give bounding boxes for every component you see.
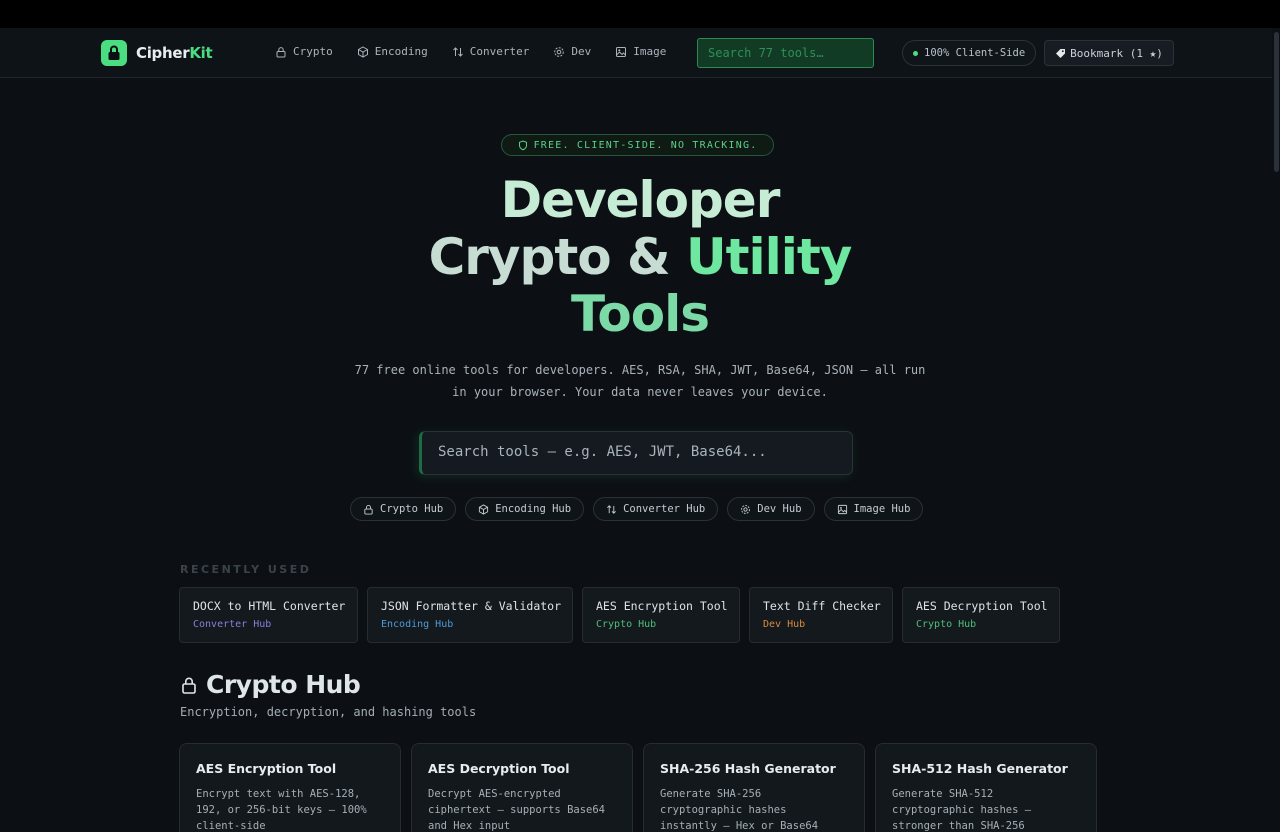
scrollbar-thumb[interactable] <box>1274 32 1279 172</box>
nav-link-image[interactable]: Image <box>615 45 666 58</box>
nav-link-crypto[interactable]: Crypto <box>275 45 333 58</box>
recent-card-hub: Converter Hub <box>193 619 272 630</box>
hub-pill-image[interactable]: Image Hub <box>823 497 924 521</box>
recently-used-list: DOCX to HTML Converter Converter Hub JSO… <box>179 587 1060 643</box>
lock-icon <box>276 46 286 57</box>
recent-card-hub: Crypto Hub <box>596 619 657 630</box>
bookmark-tag-icon <box>1056 48 1066 58</box>
image-icon <box>837 504 847 514</box>
nav-search-input[interactable]: Search 77 tools… <box>697 38 874 68</box>
gear-icon <box>741 504 751 514</box>
lock-icon <box>364 504 373 515</box>
hub-pill-dev[interactable]: Dev Hub <box>727 497 815 521</box>
recent-card-title: Text Diff Checker <box>763 599 881 613</box>
hero-search-input[interactable]: Search tools — e.g. AES, JWT, Base64... <box>419 431 853 475</box>
nav-link-converter[interactable]: Converter <box>452 45 529 58</box>
top-navbar: CipherKit Crypto Encoding Converter Dev … <box>0 28 1280 78</box>
hub-pill-row: Crypto Hub Encoding Hub Converter Hub De… <box>350 497 924 521</box>
recent-card-title: DOCX to HTML Converter <box>193 599 346 613</box>
gear-icon <box>554 46 565 57</box>
brand-name: CipherKit <box>136 44 213 62</box>
free-client-side-pill: FREE. CLIENT-SIDE. NO TRACKING. <box>501 134 774 156</box>
tool-card[interactable]: AES Encryption Tool Encrypt text with AE… <box>179 743 401 832</box>
client-side-badge: 100% Client-Side <box>902 40 1037 66</box>
bookmark-button[interactable]: Bookmark (1 ★) <box>1044 40 1174 66</box>
shield-icon <box>518 139 527 150</box>
tool-card-title: SHA-512 Hash Generator <box>892 761 1068 776</box>
hero-subtitle: 77 free online tools for developers. AES… <box>354 363 926 399</box>
cube-icon <box>357 45 368 58</box>
tool-card-description: Generate SHA-256 cryptographic hashes in… <box>660 788 819 832</box>
recently-used-heading: RECENTLY USED <box>180 563 312 576</box>
recent-card-hub: Crypto Hub <box>916 619 977 630</box>
crypto-tools-grid: AES Encryption Tool Encrypt text with AE… <box>179 743 1097 832</box>
tool-card-description: Decrypt AES-encrypted ciphertext — suppo… <box>428 788 606 832</box>
recent-card[interactable]: Text Diff Checker Dev Hub <box>749 587 893 643</box>
recent-card[interactable]: AES Decryption Tool Crypto Hub <box>902 587 1060 643</box>
hub-pill-converter[interactable]: Converter Hub <box>593 497 719 521</box>
tool-card-title: SHA-256 Hash Generator <box>660 761 836 776</box>
padlock-icon <box>101 40 127 66</box>
status-dot-icon <box>913 50 918 56</box>
recent-card-hub: Encoding Hub <box>381 619 454 630</box>
crypto-hub-heading: Crypto Hub <box>180 670 361 699</box>
tool-card[interactable]: SHA-256 Hash Generator Generate SHA-256 … <box>643 743 865 832</box>
swap-icon <box>607 504 617 514</box>
tool-card-description: Encrypt text with AES-128, 192, or 256-b… <box>196 788 367 832</box>
brand-logo[interactable]: CipherKit <box>101 40 213 66</box>
tool-card-description: Generate SHA-512 cryptographic hashes — … <box>892 788 1032 832</box>
recent-card-title: JSON Formatter & Validator <box>381 599 562 613</box>
browser-top-strip <box>0 0 1280 28</box>
tool-card[interactable]: SHA-512 Hash Generator Generate SHA-512 … <box>875 743 1097 832</box>
recent-card[interactable]: JSON Formatter & Validator Encoding Hub <box>367 587 573 643</box>
cube-icon <box>479 503 489 515</box>
recent-card-hub: Dev Hub <box>763 619 806 630</box>
tool-card-title: AES Encryption Tool <box>196 761 337 776</box>
tool-card-title: AES Decryption Tool <box>428 761 570 776</box>
image-icon <box>616 46 627 57</box>
nav-link-dev[interactable]: Dev <box>553 45 591 58</box>
nav-link-encoding[interactable]: Encoding <box>357 45 428 58</box>
crypto-hub-subtitle: Encryption, decryption, and hashing tool… <box>180 705 477 719</box>
hub-pill-encoding[interactable]: Encoding Hub <box>465 497 585 521</box>
lock-icon <box>182 677 196 694</box>
recent-card-title: AES Decryption Tool <box>916 599 1048 613</box>
tool-card[interactable]: AES Decryption Tool Decrypt AES-encrypte… <box>411 743 633 832</box>
recent-card[interactable]: AES Encryption Tool Crypto Hub <box>582 587 740 643</box>
hero-title: Developer Crypto & Utility Tools <box>428 171 853 343</box>
swap-icon <box>452 46 463 57</box>
recent-card-title: AES Encryption Tool <box>596 599 728 613</box>
recent-card[interactable]: DOCX to HTML Converter Converter Hub <box>179 587 358 643</box>
main-nav: Crypto Encoding Converter Dev Image <box>275 45 666 58</box>
hub-pill-crypto[interactable]: Crypto Hub <box>350 497 457 521</box>
